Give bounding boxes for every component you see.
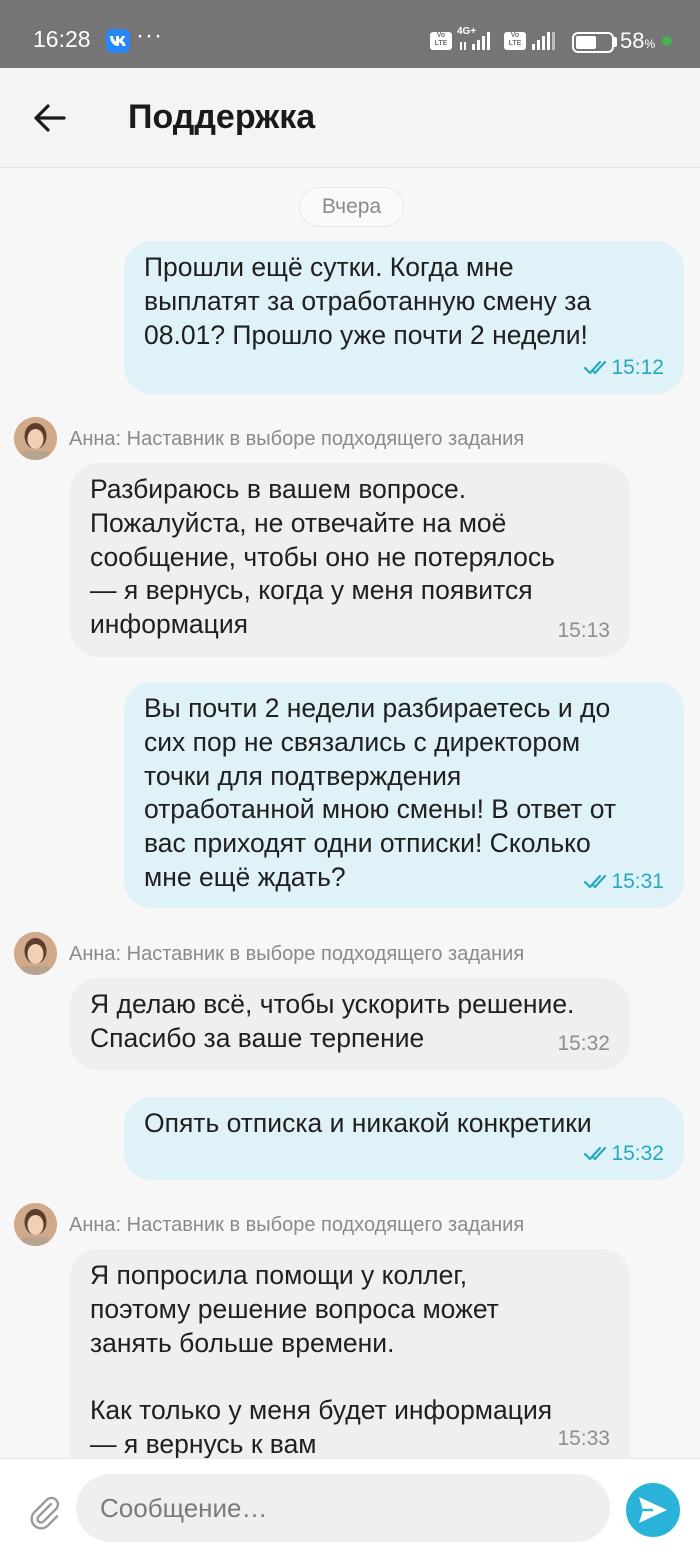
outgoing-message[interactable]: Прошли ещё сутки. Когда мне выплатят за … xyxy=(124,241,684,394)
battery-fill xyxy=(576,36,596,49)
privacy-indicator-dot xyxy=(662,36,672,46)
message-time: 15:33 xyxy=(557,1427,610,1450)
outgoing-message[interactable]: Опять отписка и никакой конкретики 15:32 xyxy=(124,1097,684,1180)
incoming-message[interactable]: Я делаю всё, чтобы ускорить решение. Спа… xyxy=(70,978,630,1070)
arrow-left-icon xyxy=(34,104,66,132)
app-bar: Поддержка xyxy=(0,68,700,168)
status-overflow-icon: ··· xyxy=(136,22,163,49)
message-text: Вы почти 2 недели разбираетесь и до сих … xyxy=(144,693,617,892)
message-time: 15:31 xyxy=(583,871,664,892)
send-button[interactable] xyxy=(626,1483,680,1537)
message-sender-row: Анна: Наставник в выборе подходящего зад… xyxy=(14,417,694,461)
battery-percent: 58% xyxy=(620,28,656,53)
avatar[interactable] xyxy=(14,1203,57,1246)
message-time: 15:12 xyxy=(583,357,664,378)
message-list[interactable]: Вчера Прошли ещё сутки. Когда мне выплат… xyxy=(0,169,700,1458)
page-title: Поддержка xyxy=(128,98,316,136)
message-time: 15:32 xyxy=(583,1143,664,1164)
avatar[interactable] xyxy=(14,417,57,460)
message-input[interactable] xyxy=(76,1474,610,1542)
avatar[interactable] xyxy=(14,932,57,975)
message-time: 15:13 xyxy=(557,619,610,642)
signal-icon-2 xyxy=(532,32,555,50)
incoming-message[interactable]: Разбираюсь в вашем вопросе. Пожалуйста, … xyxy=(70,463,630,657)
send-icon xyxy=(639,1497,667,1523)
paperclip-icon xyxy=(30,1496,60,1530)
message-time: 15:32 xyxy=(557,1032,610,1055)
incoming-message[interactable]: Я попросила помощи у коллег, поэтому реш… xyxy=(70,1249,630,1458)
message-sender-row: Анна: Наставник в выборе подходящего зад… xyxy=(14,1203,694,1247)
signal-icon-1 xyxy=(460,32,490,50)
read-check-icon xyxy=(584,1146,607,1161)
message-composer xyxy=(0,1458,700,1556)
battery-tip xyxy=(614,37,617,47)
sender-name: Анна: Наставник в выборе подходящего зад… xyxy=(69,943,525,965)
status-time: 16:28 xyxy=(33,26,91,52)
message-text: Разбираюсь в вашем вопросе. Пожалуйста, … xyxy=(90,474,555,640)
message-text: Опять отписка и никакой конкретики xyxy=(144,1108,592,1138)
message-text: Я делаю всё, чтобы ускорить решение. Спа… xyxy=(90,989,575,1053)
status-bar: 16:28 ··· Vo LTE 4G+ Vo LTE 58% xyxy=(0,0,700,68)
read-check-icon xyxy=(584,360,607,375)
message-text: Прошли ещё сутки. Когда мне выплатят за … xyxy=(144,252,592,350)
sender-name: Анна: Наставник в выборе подходящего зад… xyxy=(69,1214,525,1236)
read-check-icon xyxy=(584,874,607,889)
outgoing-message[interactable]: Вы почти 2 недели разбираетесь и до сих … xyxy=(124,682,684,908)
battery-icon xyxy=(572,32,614,53)
volte-icon-2: Vo LTE xyxy=(504,32,526,50)
vk-icon xyxy=(106,29,130,53)
attach-button[interactable] xyxy=(24,1491,64,1531)
sender-name: Анна: Наставник в выборе подходящего зад… xyxy=(69,428,525,450)
back-button[interactable] xyxy=(26,94,74,142)
message-text: Я попросила помощи у коллег, поэтому реш… xyxy=(90,1260,553,1458)
message-sender-row: Анна: Наставник в выборе подходящего зад… xyxy=(14,932,694,976)
date-divider: Вчера xyxy=(299,187,404,227)
volte-icon: Vo LTE xyxy=(430,32,452,50)
